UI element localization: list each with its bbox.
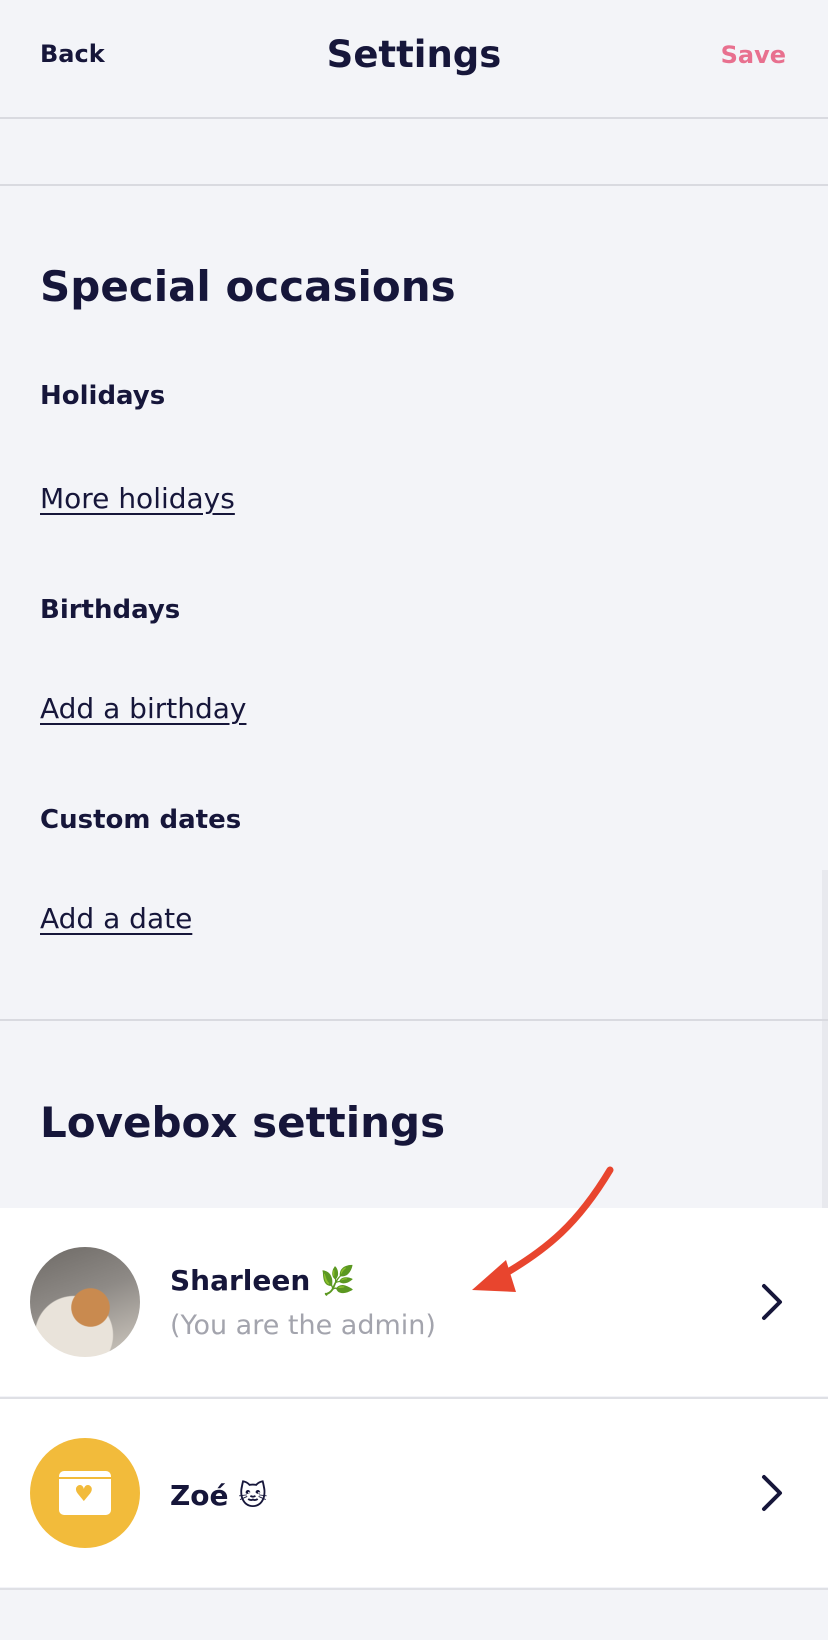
scrollbar[interactable] [822, 870, 828, 1210]
page-title: Settings [326, 33, 502, 76]
top-bar: Back Settings Save [0, 0, 828, 119]
add-birthday-link[interactable]: Add a birthday [40, 692, 246, 725]
lovebox-icon: ♥ [59, 1471, 111, 1515]
more-holidays-link[interactable]: More holidays [40, 482, 235, 515]
member-name: Zoé 🐱 [170, 1479, 268, 1512]
member-name: Sharleen 🌿 [170, 1264, 355, 1297]
special-occasions-heading: Special occasions [40, 262, 456, 311]
avatar [30, 1247, 140, 1357]
custom-dates-label: Custom dates [40, 805, 242, 835]
heart-icon: ♥ [74, 1482, 94, 1507]
save-button[interactable]: Save [721, 41, 786, 69]
chevron-right-icon [762, 1475, 782, 1511]
divider [0, 184, 828, 186]
divider [0, 1019, 828, 1021]
member-row-zoe[interactable]: ♥ Zoé 🐱 [0, 1399, 828, 1587]
member-row-sharleen[interactable]: Sharleen 🌿 (You are the admin) [0, 1208, 828, 1396]
birthdays-label: Birthdays [40, 595, 181, 625]
holidays-label: Holidays [40, 381, 166, 411]
avatar: ♥ [30, 1438, 140, 1548]
chevron-right-icon [762, 1284, 782, 1320]
annotation-arrow-icon [472, 1166, 614, 1292]
lovebox-settings-heading: Lovebox settings [40, 1098, 446, 1147]
member-role: (You are the admin) [170, 1310, 436, 1341]
add-date-link[interactable]: Add a date [40, 902, 192, 935]
bottom-spacer [0, 1590, 828, 1640]
